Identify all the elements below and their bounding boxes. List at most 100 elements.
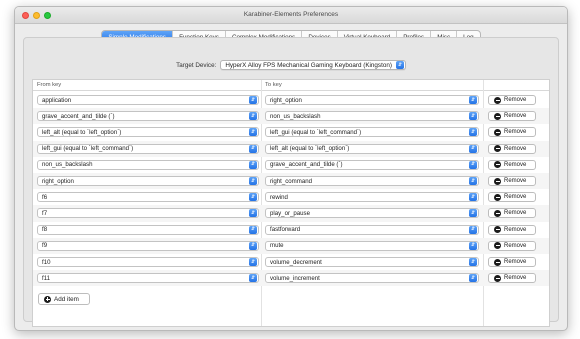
updown-arrows-icon: ⇵: [469, 96, 477, 104]
to-key-select[interactable]: mute ⇵: [265, 240, 479, 251]
from-key-select[interactable]: f9 ⇵: [37, 240, 259, 251]
remove-button[interactable]: Remove: [488, 257, 536, 267]
minus-circle-icon: [494, 128, 501, 136]
updown-arrows-icon: ⇵: [469, 177, 477, 185]
to-key-select[interactable]: play_or_pause ⇵: [265, 208, 479, 219]
updown-arrows-icon: ⇵: [469, 160, 477, 169]
to-key-value: rewind: [270, 193, 288, 201]
remove-button[interactable]: Remove: [488, 176, 536, 186]
remove-button[interactable]: Remove: [488, 159, 536, 170]
minus-circle-icon: [494, 96, 501, 104]
updown-arrows-icon: ⇵: [395, 61, 404, 69]
remove-button[interactable]: Remove: [488, 127, 536, 138]
from-key-select[interactable]: left_gui (equal to `left_command`) ⇵: [37, 143, 259, 154]
remove-label: Remove: [504, 210, 527, 217]
to-key-select[interactable]: left_alt (equal to `left_option`) ⇵: [265, 143, 479, 154]
remove-label: Remove: [504, 145, 527, 152]
to-key-select[interactable]: volume_decrement ⇵: [265, 257, 479, 267]
to-key-select[interactable]: rewind ⇵: [265, 192, 479, 203]
to-key-value: fastforward: [270, 226, 301, 234]
from-key-select[interactable]: f6 ⇵: [37, 192, 259, 203]
close-window-button[interactable]: [22, 12, 29, 19]
target-device-label: Target Device:: [176, 61, 217, 69]
to-key-select[interactable]: non_us_backslash ⇵: [265, 111, 479, 122]
updown-arrows-icon: ⇵: [469, 144, 477, 153]
from-key-select[interactable]: left_alt (equal to `left_option`) ⇵: [37, 127, 259, 138]
to-key-value: volume_increment: [270, 274, 320, 282]
updown-arrows-icon: ⇵: [249, 241, 257, 250]
from-key-select[interactable]: f8 ⇵: [37, 224, 259, 235]
from-key-header: From key: [37, 82, 62, 88]
remove-label: Remove: [504, 275, 527, 282]
updown-arrows-icon: ⇵: [469, 193, 477, 202]
minus-circle-icon: [494, 258, 501, 266]
minus-circle-icon: [494, 226, 501, 234]
from-key-select[interactable]: right_option ⇵: [37, 176, 259, 186]
to-key-value: right_option: [270, 96, 302, 104]
from-key-select[interactable]: application ⇵: [37, 95, 259, 105]
updown-arrows-icon: ⇵: [469, 241, 477, 250]
table-row: non_us_backslash ⇵ grave_accent_and_tilde …: [33, 157, 549, 173]
to-key-value: grave_accent_and_tilde (`): [270, 161, 343, 169]
simple-modifications-panel: Target Device: HyperX Alloy FPS Mechanic…: [23, 37, 559, 327]
updown-arrows-icon: ⇵: [469, 225, 477, 234]
remove-label: Remove: [504, 129, 527, 136]
to-key-select[interactable]: right_option ⇵: [265, 95, 479, 105]
table-row: f8 ⇵ fastforward ⇵ Remove: [33, 222, 549, 238]
minus-circle-icon: [494, 242, 501, 250]
table-row: f10 ⇵ volume_decrement ⇵ Remove: [33, 254, 549, 270]
updown-arrows-icon: ⇵: [469, 209, 477, 218]
updown-arrows-icon: ⇵: [249, 160, 257, 169]
minus-circle-icon: [494, 112, 501, 120]
from-key-select[interactable]: f11 ⇵: [37, 273, 259, 284]
minus-circle-icon: [494, 177, 501, 185]
from-key-value: f11: [42, 274, 51, 282]
from-key-value: application: [42, 96, 72, 104]
minus-circle-icon: [494, 145, 501, 153]
from-key-value: right_option: [42, 177, 74, 185]
table-row: f9 ⇵ mute ⇵ Remove: [33, 237, 549, 254]
to-key-select[interactable]: grave_accent_and_tilde (`) ⇵: [265, 159, 479, 170]
to-key-select[interactable]: fastforward ⇵: [265, 224, 479, 235]
to-key-select[interactable]: right_command ⇵: [265, 176, 479, 186]
remove-label: Remove: [504, 113, 527, 120]
remove-button[interactable]: Remove: [488, 192, 536, 203]
updown-arrows-icon: ⇵: [249, 209, 257, 218]
to-key-value: play_or_pause: [270, 209, 310, 217]
to-key-select[interactable]: left_gui (equal to `left_command`) ⇵: [265, 127, 479, 138]
from-key-value: f10: [42, 258, 51, 266]
to-key-value: non_us_backslash: [270, 112, 321, 120]
plus-icon: [44, 295, 51, 303]
window-title: Karabiner-Elements Preferences: [243, 11, 339, 18]
target-device-select[interactable]: HyperX Alloy FPS Mechanical Gaming Keybo…: [220, 60, 406, 70]
remove-button[interactable]: Remove: [488, 273, 536, 284]
from-key-value: f7: [42, 209, 48, 217]
minus-circle-icon: [494, 274, 501, 282]
remove-button[interactable]: Remove: [488, 224, 536, 235]
from-key-select[interactable]: f10 ⇵: [37, 257, 259, 267]
to-key-value: right_command: [270, 177, 312, 185]
add-item-label: Add item: [54, 295, 79, 303]
remove-button[interactable]: Remove: [488, 111, 536, 122]
add-item-button[interactable]: Add item: [38, 293, 90, 305]
to-key-select[interactable]: volume_increment ⇵: [265, 273, 479, 284]
zoom-window-button[interactable]: [44, 12, 51, 19]
from-key-select[interactable]: f7 ⇵: [37, 208, 259, 219]
minimize-window-button[interactable]: [33, 12, 40, 19]
from-key-select[interactable]: non_us_backslash ⇵: [37, 159, 259, 170]
to-key-value: left_alt (equal to `left_option`): [270, 145, 350, 153]
from-key-value: f9: [42, 242, 48, 250]
remove-button[interactable]: Remove: [488, 95, 536, 105]
from-key-value: f6: [42, 193, 48, 201]
from-key-select[interactable]: grave_accent_and_tilde (`) ⇵: [37, 111, 259, 122]
remove-label: Remove: [504, 97, 527, 103]
remove-button[interactable]: Remove: [488, 240, 536, 251]
updown-arrows-icon: ⇵: [249, 128, 257, 137]
remove-button[interactable]: Remove: [488, 208, 536, 219]
updown-arrows-icon: ⇵: [249, 96, 257, 104]
from-key-value: left_alt (equal to `left_option`): [42, 128, 122, 136]
updown-arrows-icon: ⇵: [249, 112, 257, 121]
from-key-value: f8: [42, 226, 48, 234]
remove-button[interactable]: Remove: [488, 143, 536, 154]
remove-label: Remove: [504, 194, 527, 201]
